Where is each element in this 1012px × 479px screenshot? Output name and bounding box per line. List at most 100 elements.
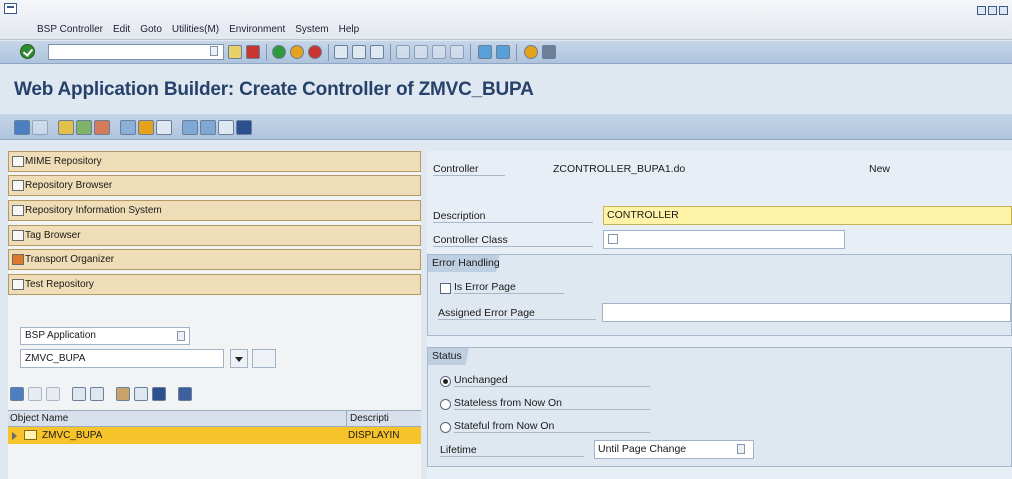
- tag-browser-icon: [12, 230, 24, 241]
- controller-class-input[interactable]: [603, 230, 845, 249]
- navigation-window-icon[interactable]: [200, 120, 216, 135]
- system-menu-icon[interactable]: [4, 3, 17, 14]
- help-icon[interactable]: [524, 45, 538, 59]
- object-navigator: MIME Repository Repository Browser Repos…: [8, 151, 421, 479]
- nav-test-repository[interactable]: Test Repository: [8, 274, 421, 295]
- nav-label: Test Repository: [25, 279, 94, 290]
- tree-collapse-icon[interactable]: [90, 387, 104, 401]
- tree-filter-icon[interactable]: [134, 387, 148, 401]
- nav-mime-repository[interactable]: MIME Repository: [8, 151, 421, 172]
- exit-icon[interactable]: [290, 45, 304, 59]
- lifetime-select[interactable]: Until Page Change: [594, 440, 754, 459]
- command-field[interactable]: [48, 44, 224, 60]
- nav-label: MIME Repository: [25, 156, 102, 167]
- dropdown-icon[interactable]: [737, 444, 745, 454]
- menu-utilities[interactable]: Utilities(M): [167, 24, 224, 35]
- back-arrow-icon[interactable]: [228, 45, 242, 59]
- page-title: Web Application Builder: Create Controll…: [14, 79, 534, 100]
- radio-stateless[interactable]: [440, 399, 451, 410]
- find-icon[interactable]: [352, 45, 366, 59]
- repository-browser-icon: [12, 180, 24, 191]
- tree-back-icon[interactable]: [10, 387, 24, 401]
- transport-icon: [12, 254, 24, 265]
- menu-system[interactable]: System: [290, 24, 333, 35]
- edit-pencil-icon[interactable]: [608, 234, 618, 244]
- cancel-icon[interactable]: [308, 45, 322, 59]
- object-name-input[interactable]: ZMVC_BUPA: [20, 349, 224, 368]
- next-page-icon[interactable]: [432, 45, 446, 59]
- is-error-page-checkbox[interactable]: [440, 283, 451, 294]
- error-handling-title: Error Handling: [428, 255, 514, 272]
- shortcut-icon[interactable]: [496, 45, 510, 59]
- new-session-icon[interactable]: [478, 45, 492, 59]
- assigned-error-page-label: Assigned Error Page: [438, 307, 596, 320]
- forward-nav-icon[interactable]: [32, 120, 48, 135]
- close-icon[interactable]: [999, 6, 1008, 15]
- description-value: CONTROLLER: [607, 209, 679, 221]
- tree-forward-icon[interactable]: [28, 387, 42, 401]
- back-icon[interactable]: [272, 45, 286, 59]
- nav-repository-information-system[interactable]: Repository Information System: [8, 200, 421, 221]
- mime-icon: [12, 156, 24, 167]
- back-nav-icon[interactable]: [14, 120, 30, 135]
- display-glasses-icon[interactable]: [252, 349, 276, 368]
- menu-environment[interactable]: Environment: [224, 24, 290, 35]
- title-area: Web Application Builder: Create Controll…: [0, 65, 1012, 113]
- tree-expand-icon[interactable]: [72, 387, 86, 401]
- activate-icon[interactable]: [120, 120, 136, 135]
- menu-bsp-controller[interactable]: BSP Controller: [32, 24, 108, 35]
- last-page-icon[interactable]: [450, 45, 464, 59]
- print-icon[interactable]: [334, 45, 348, 59]
- command-history-icon[interactable]: [210, 46, 218, 56]
- nav-repository-browser[interactable]: Repository Browser: [8, 175, 421, 196]
- nav-transport-organizer[interactable]: Transport Organizer: [8, 249, 421, 270]
- tree-hierarchy-icon[interactable]: [116, 387, 130, 401]
- menu-goto[interactable]: Goto: [135, 24, 167, 35]
- info-icon[interactable]: [236, 120, 252, 135]
- description-input[interactable]: CONTROLLER: [603, 206, 1012, 225]
- folder-icon: [24, 430, 37, 440]
- other-object-icon[interactable]: [76, 120, 92, 135]
- menu-list: BSP Controller Edit Goto Utilities(M) En…: [32, 24, 364, 35]
- tree-up-icon[interactable]: [46, 387, 60, 401]
- object-type-value: BSP Application: [25, 330, 96, 341]
- radio-unchanged[interactable]: [440, 376, 451, 387]
- nav-label: Tag Browser: [25, 230, 81, 241]
- nav-label: Transport Organizer: [25, 254, 115, 265]
- radio-stateless-label: Stateless from Now On: [454, 397, 650, 410]
- enter-icon[interactable]: [20, 44, 35, 59]
- menu-edit[interactable]: Edit: [108, 24, 135, 35]
- nav-tag-browser[interactable]: Tag Browser: [8, 225, 421, 246]
- object-list-icon[interactable]: [182, 120, 198, 135]
- radio-unchanged-label: Unchanged: [454, 374, 650, 387]
- dropdown-icon[interactable]: [177, 331, 185, 341]
- fullscreen-icon[interactable]: [218, 120, 234, 135]
- nav-label: Repository Information System: [25, 205, 162, 216]
- object-type-select[interactable]: BSP Application: [20, 327, 190, 345]
- save-icon[interactable]: [246, 45, 260, 59]
- tree-row-name: ZMVC_BUPA: [42, 430, 103, 441]
- nav-label: Repository Browser: [25, 180, 113, 191]
- window-controls: [977, 6, 1008, 15]
- radio-stateful[interactable]: [440, 422, 451, 433]
- column-description[interactable]: Descripti: [346, 411, 421, 426]
- check-icon[interactable]: [94, 120, 110, 135]
- where-used-icon[interactable]: [156, 120, 172, 135]
- layout-menu-icon[interactable]: [542, 45, 556, 59]
- chevron-down-icon[interactable]: [230, 349, 248, 368]
- first-page-icon[interactable]: [396, 45, 410, 59]
- tree-close-icon[interactable]: [178, 387, 192, 401]
- expand-arrow-icon[interactable]: [12, 432, 17, 440]
- maximize-icon[interactable]: [988, 6, 997, 15]
- test-icon[interactable]: [138, 120, 154, 135]
- column-object-name[interactable]: Object Name: [10, 411, 68, 426]
- previous-page-icon[interactable]: [414, 45, 428, 59]
- menu-bar: BSP Controller Edit Goto Utilities(M) En…: [0, 0, 1012, 40]
- assigned-error-page-input[interactable]: [602, 303, 1011, 322]
- tree-row[interactable]: ZMVC_BUPA DISPLAYIN: [8, 427, 421, 444]
- menu-help[interactable]: Help: [334, 24, 365, 35]
- find-next-icon[interactable]: [370, 45, 384, 59]
- tree-refresh-icon[interactable]: [152, 387, 166, 401]
- display-change-icon[interactable]: [58, 120, 74, 135]
- minimize-icon[interactable]: [977, 6, 986, 15]
